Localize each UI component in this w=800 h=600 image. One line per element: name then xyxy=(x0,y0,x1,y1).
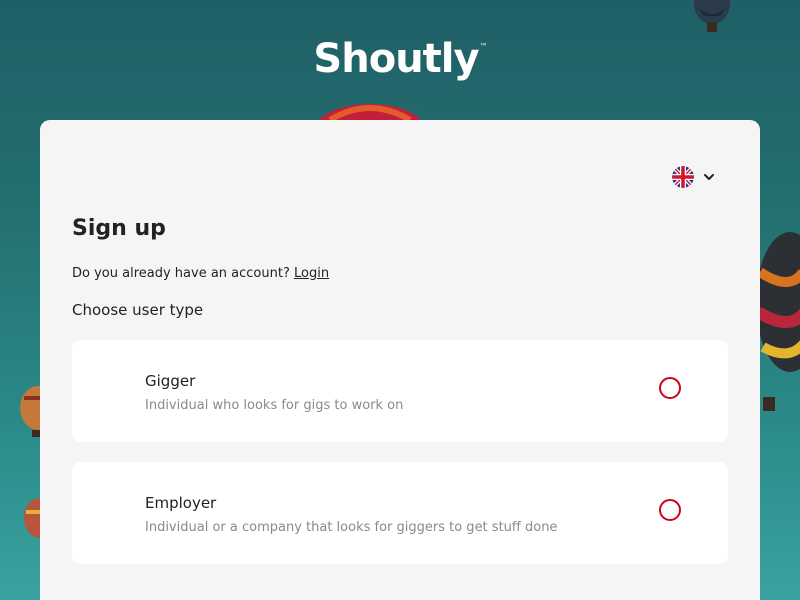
user-type-option-employer[interactable]: Employer Individual or a company that lo… xyxy=(72,462,728,564)
trademark-mark: ™ xyxy=(479,42,488,51)
balloon-right xyxy=(755,232,800,411)
language-selector[interactable] xyxy=(672,166,716,188)
balloon-left-lower xyxy=(24,498,42,538)
option-title: Employer xyxy=(145,494,217,512)
option-title: Gigger xyxy=(145,372,196,390)
option-description: Individual or a company that looks for g… xyxy=(145,520,558,535)
user-type-heading: Choose user type xyxy=(72,301,204,319)
balloon-left-upper xyxy=(20,386,42,437)
account-question: Do you already have an account? xyxy=(72,266,290,281)
login-link[interactable]: Login xyxy=(294,266,329,281)
page-title: Sign up xyxy=(72,216,166,241)
shoutly-logo: Shoutly™ xyxy=(0,36,800,82)
signup-card: Sign up Do you already have an account? … xyxy=(40,120,760,600)
gigger-radio[interactable] xyxy=(659,377,681,399)
employer-radio[interactable] xyxy=(659,499,681,521)
logo-text: Shoutly xyxy=(313,36,479,82)
chevron-down-icon[interactable] xyxy=(702,170,716,184)
account-prompt: Do you already have an account? Login xyxy=(72,266,329,281)
user-type-option-gigger[interactable]: Gigger Individual who looks for gigs to … xyxy=(72,340,728,442)
uk-flag-icon xyxy=(672,166,694,188)
balloon-top-right xyxy=(694,0,730,32)
option-description: Individual who looks for gigs to work on xyxy=(145,398,404,413)
